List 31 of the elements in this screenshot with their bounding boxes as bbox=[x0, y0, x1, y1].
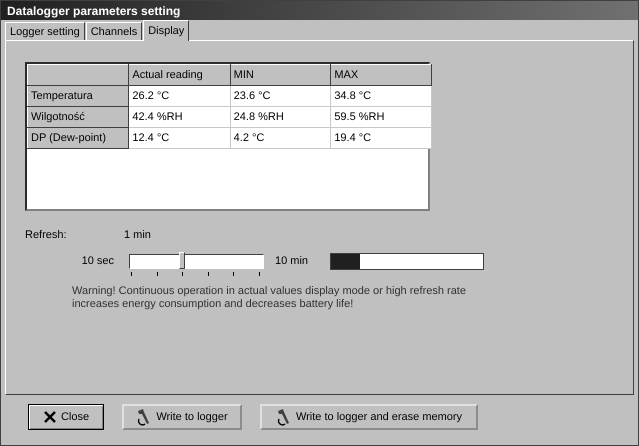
table-cell: 4.2 °C bbox=[230, 128, 331, 148]
tab[interactable]: Channels bbox=[86, 22, 142, 40]
table-cell: 23.6 °C bbox=[230, 86, 331, 106]
refresh-label: Refresh: bbox=[25, 229, 68, 241]
table-cell: 59.5 %RH bbox=[330, 106, 432, 128]
table-cell: 42.4 %RH bbox=[128, 106, 230, 128]
close-button[interactable]: Close bbox=[28, 404, 104, 430]
column-header: MAX bbox=[330, 64, 432, 86]
table-cell: 12.4 °C bbox=[128, 128, 230, 148]
min-label: 10 sec bbox=[80, 255, 114, 267]
table-cell: 34.8 °C bbox=[330, 86, 432, 106]
refresh-value: 1 min bbox=[124, 229, 151, 241]
column-header: MIN bbox=[230, 64, 331, 86]
row-header: Temperatura bbox=[28, 86, 129, 106]
row-header: DP (Dew-point) bbox=[28, 128, 129, 148]
slider-thumb[interactable] bbox=[179, 252, 186, 268]
tab[interactable]: Display bbox=[143, 20, 190, 41]
table-cell: 24.8 %RH bbox=[230, 106, 331, 128]
table-cell: 19.4 °C bbox=[330, 128, 432, 148]
refresh-slider[interactable] bbox=[129, 254, 264, 268]
tool-icon bbox=[276, 408, 292, 426]
window-title: Datalogger parameters setting bbox=[1, 1, 638, 20]
column-header: Actual reading bbox=[128, 64, 230, 86]
warning-text: Warning! Continuous operation in actual values display mode or high refresh rate increases energy consumption and decreases battery life! bbox=[72, 285, 467, 311]
close-icon bbox=[42, 410, 57, 424]
tab[interactable]: Logger setting bbox=[5, 22, 85, 40]
row-header: Wilgotność bbox=[28, 106, 129, 128]
write-button[interactable]: Write to logger bbox=[122, 404, 242, 430]
write-button[interactable]: Write to logger and erase memory bbox=[260, 404, 478, 430]
table-cell: 26.2 °C bbox=[128, 86, 230, 106]
max-label: 10 min bbox=[275, 255, 310, 267]
